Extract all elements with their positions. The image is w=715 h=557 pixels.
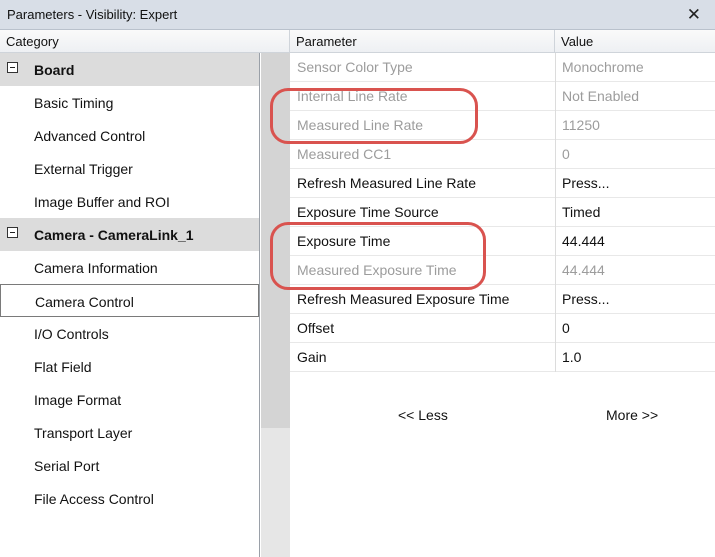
parameter-name: Refresh Measured Line Rate [297, 175, 476, 191]
column-divider [555, 256, 556, 285]
parameter-row[interactable]: Internal Line Rate Not Enabled [290, 82, 715, 111]
column-divider [555, 343, 556, 372]
category-item[interactable]: Basic Timing [0, 86, 259, 119]
parameter-name: Internal Line Rate [297, 88, 408, 104]
less-link[interactable]: << Less [398, 407, 448, 423]
parameter-value[interactable]: 0 [562, 320, 570, 336]
parameter-row[interactable]: Gain 1.0 [290, 343, 715, 372]
more-link[interactable]: More >> [606, 407, 658, 423]
category-item[interactable]: Transport Layer [0, 416, 259, 449]
parameter-value[interactable]: 44.444 [562, 233, 605, 249]
parameter-name: Refresh Measured Exposure Time [297, 291, 510, 307]
close-icon[interactable]: ✕ [687, 5, 701, 25]
parameter-row[interactable]: Measured Line Rate 11250 [290, 111, 715, 140]
title-bar: Parameters - Visibility: Expert ✕ [0, 0, 715, 30]
column-divider [555, 169, 556, 198]
column-divider [555, 227, 556, 256]
parameter-row[interactable]: Refresh Measured Line Rate Press... [290, 169, 715, 198]
category-group[interactable]: Board [0, 53, 259, 86]
parameter-name: Measured CC1 [297, 146, 392, 162]
parameter-row[interactable]: Sensor Color Type Monochrome [290, 53, 715, 82]
category-item[interactable]: I/O Controls [0, 317, 259, 350]
parameter-value[interactable]: 1.0 [562, 349, 581, 365]
parameter-row[interactable]: Measured Exposure Time 44.444 [290, 256, 715, 285]
collapse-icon[interactable] [7, 227, 18, 238]
parameter-column-header: Parameter [290, 30, 555, 53]
parameter-row[interactable]: Exposure Time Source Timed [290, 198, 715, 227]
parameter-value: Monochrome [562, 59, 644, 75]
parameter-value: Not Enabled [562, 88, 640, 104]
parameter-row[interactable]: Offset 0 [290, 314, 715, 343]
category-item[interactable]: Image Buffer and ROI [0, 185, 259, 218]
category-label: Camera Information [34, 260, 158, 276]
parameter-name: Gain [297, 349, 327, 365]
parameter-row[interactable]: Refresh Measured Exposure Time Press... [290, 285, 715, 314]
value-column-header: Value [555, 30, 715, 53]
collapse-icon[interactable] [7, 62, 18, 73]
parameter-value[interactable]: Press... [562, 175, 609, 191]
category-label: Camera Control [35, 294, 134, 310]
parameter-name: Offset [297, 320, 335, 336]
category-label: Advanced Control [34, 128, 146, 144]
category-item[interactable]: Flat Field [0, 350, 259, 383]
category-column-header: Category [0, 30, 290, 53]
column-divider [555, 111, 556, 140]
category-label: File Access Control [34, 491, 154, 507]
parameter-value[interactable]: Press... [562, 291, 609, 307]
category-label: Serial Port [34, 458, 100, 474]
column-divider [555, 314, 556, 343]
category-item[interactable]: Camera Control [0, 284, 259, 317]
column-divider [555, 82, 556, 111]
parameter-value: 44.444 [562, 262, 605, 278]
column-divider [555, 285, 556, 314]
column-divider [555, 140, 556, 169]
gutter-stripe [261, 53, 290, 428]
visibility-links: << Less More >> [290, 404, 715, 428]
parameter-name: Exposure Time Source [297, 204, 439, 220]
parameter-row[interactable]: Measured CC1 0 [290, 140, 715, 169]
category-tree: Board Basic Timing Advanced Control Externa… [0, 53, 260, 557]
parameter-value[interactable]: Timed [562, 204, 600, 220]
parameter-value: 0 [562, 146, 570, 162]
column-divider [555, 53, 556, 82]
parameter-name: Measured Line Rate [297, 117, 424, 133]
parameter-name: Sensor Color Type [297, 59, 413, 75]
parameter-value: 11250 [562, 117, 600, 133]
category-item[interactable]: Serial Port [0, 449, 259, 482]
category-label: Transport Layer [34, 425, 133, 441]
category-label: Board [34, 62, 75, 78]
category-item[interactable]: Image Format [0, 383, 259, 416]
parameter-name: Exposure Time [297, 233, 391, 249]
tree-gutter [261, 53, 290, 557]
category-label: Image Buffer and ROI [34, 194, 170, 210]
window-title: Parameters - Visibility: Expert [7, 7, 178, 22]
category-label: Camera - CameraLink_1 [34, 227, 194, 243]
category-item[interactable]: Advanced Control [0, 119, 259, 152]
category-label: Basic Timing [34, 95, 114, 111]
category-label: External Trigger [34, 161, 133, 177]
category-item[interactable]: Camera Information [0, 251, 259, 284]
parameter-name: Measured Exposure Time [297, 262, 457, 278]
parameter-row[interactable]: Exposure Time 44.444 [290, 227, 715, 256]
category-group[interactable]: Camera - CameraLink_1 [0, 218, 259, 251]
category-label: Image Format [34, 392, 122, 408]
column-divider [555, 198, 556, 227]
category-item[interactable]: File Access Control [0, 482, 259, 515]
category-label: Flat Field [34, 359, 92, 375]
category-label: I/O Controls [34, 326, 109, 342]
category-item[interactable]: External Trigger [0, 152, 259, 185]
